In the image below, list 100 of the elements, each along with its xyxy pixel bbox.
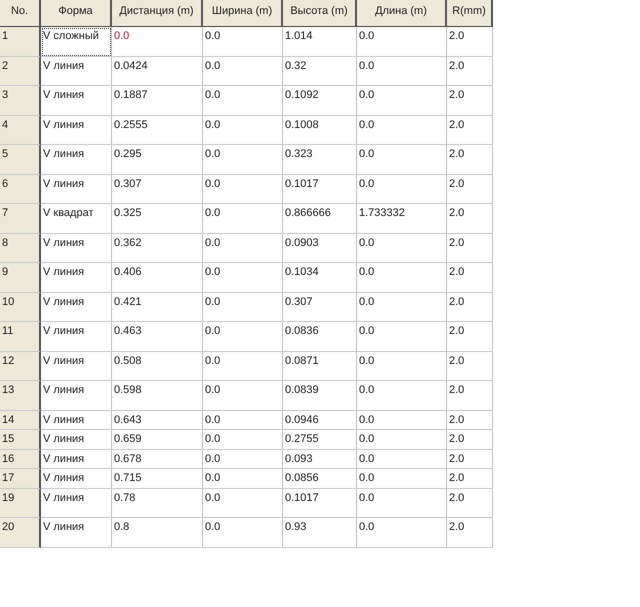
table-cell[interactable]: 0.0 [203, 27, 283, 56]
table-cell[interactable]: 0.0 [203, 56, 283, 86]
table-cell[interactable]: 0.1017 [283, 174, 357, 204]
table-cell[interactable]: 0.323 [283, 145, 357, 174]
table-cell[interactable]: 0.0424 [112, 56, 203, 86]
table-cell[interactable]: 0.463 [112, 322, 203, 352]
table-cell[interactable]: 0.0 [203, 518, 283, 548]
table-cell[interactable]: 0.78 [112, 488, 203, 518]
table-cell[interactable]: 0.0 [357, 27, 447, 56]
table-cell[interactable]: 0.866666 [283, 204, 357, 234]
table-cell[interactable]: 2.0 [447, 174, 493, 204]
table-cell[interactable]: V линия [41, 410, 112, 430]
table-cell[interactable]: 2.0 [447, 292, 493, 322]
table-cell[interactable]: 0.0836 [283, 322, 357, 352]
table-cell[interactable]: V линия [41, 381, 112, 410]
table-cell[interactable]: 2.0 [447, 145, 493, 174]
column-header[interactable]: Форма [41, 0, 112, 27]
table-cell[interactable]: 0.307 [283, 292, 357, 322]
table-cell[interactable]: 0.0 [203, 174, 283, 204]
table-cell[interactable]: 2.0 [447, 410, 493, 430]
table-cell[interactable]: 0.1887 [112, 86, 203, 116]
table-cell[interactable]: 0.0 [357, 381, 447, 410]
table-cell[interactable]: 0.32 [283, 56, 357, 86]
table-cell[interactable]: V линия [41, 263, 112, 292]
table-cell[interactable]: 0.0839 [283, 381, 357, 410]
table-cell[interactable]: 0.0 [203, 410, 283, 430]
table-cell[interactable]: 0.0 [357, 518, 447, 548]
table-cell[interactable]: 2.0 [447, 518, 493, 548]
table-cell[interactable]: V линия [41, 352, 112, 381]
table-cell[interactable]: 0.1092 [283, 86, 357, 116]
table-cell[interactable]: 2.0 [447, 263, 493, 292]
table-cell[interactable]: V линия [41, 469, 112, 488]
table-cell[interactable]: 2.0 [447, 322, 493, 352]
table-cell[interactable]: 0.0946 [283, 410, 357, 430]
table-cell[interactable]: 0.0 [357, 322, 447, 352]
table-cell[interactable]: 1.733332 [357, 204, 447, 234]
table-cell[interactable]: 2.0 [447, 469, 493, 488]
table-cell[interactable]: 0.0 [357, 263, 447, 292]
table-cell[interactable]: 0.678 [112, 450, 203, 469]
table-cell[interactable]: 0.406 [112, 263, 203, 292]
table-cell[interactable]: 2.0 [447, 116, 493, 145]
table-cell[interactable]: 0.0 [357, 430, 447, 450]
table-cell[interactable]: 0.8 [112, 518, 203, 548]
table-cell[interactable]: 0.325 [112, 204, 203, 234]
table-cell[interactable]: 0.0 [357, 234, 447, 263]
table-cell[interactable]: V линия [41, 56, 112, 86]
table-cell[interactable]: 2.0 [447, 204, 493, 234]
table-cell[interactable]: 0.0 [357, 410, 447, 430]
table-cell[interactable]: 0.508 [112, 352, 203, 381]
column-header[interactable]: R(mm) [447, 0, 493, 27]
table-cell[interactable]: 0.0 [112, 27, 203, 56]
table-cell[interactable]: 2.0 [447, 352, 493, 381]
table-cell[interactable]: 0.0 [357, 174, 447, 204]
table-cell[interactable]: 0.0 [357, 292, 447, 322]
table-cell[interactable]: V линия [41, 145, 112, 174]
table-cell[interactable]: 0.0 [203, 292, 283, 322]
table-cell[interactable]: 0.0 [203, 381, 283, 410]
table-cell[interactable]: 2.0 [447, 27, 493, 56]
column-header[interactable]: Ширина (m) [203, 0, 283, 27]
table-cell[interactable]: V линия [41, 430, 112, 450]
table-cell[interactable]: 0.715 [112, 469, 203, 488]
table-cell[interactable]: 0.307 [112, 174, 203, 204]
table-cell[interactable]: 0.0 [357, 116, 447, 145]
table-cell[interactable]: 0.0 [357, 469, 447, 488]
table-cell[interactable]: 0.362 [112, 234, 203, 263]
table-cell[interactable]: 0.0 [203, 322, 283, 352]
table-cell[interactable]: 0.2555 [112, 116, 203, 145]
table-cell[interactable]: V сложный [41, 27, 112, 56]
column-header[interactable]: Дистанция (m) [112, 0, 203, 27]
table-cell[interactable]: 2.0 [447, 86, 493, 116]
table-cell[interactable]: 2.0 [447, 488, 493, 518]
table-cell[interactable]: 0.1034 [283, 263, 357, 292]
table-cell[interactable]: V квадрат [41, 204, 112, 234]
table-cell[interactable]: 0.0 [357, 488, 447, 518]
table-cell[interactable]: 0.0 [357, 450, 447, 469]
table-cell[interactable]: 0.0 [357, 352, 447, 381]
table-cell[interactable]: V линия [41, 174, 112, 204]
table-cell[interactable]: 2.0 [447, 381, 493, 410]
column-header[interactable]: Длина (m) [357, 0, 447, 27]
table-cell[interactable]: 0.093 [283, 450, 357, 469]
table-cell[interactable]: 0.0 [203, 488, 283, 518]
table-cell[interactable]: 0.598 [112, 381, 203, 410]
table-cell[interactable]: 0.421 [112, 292, 203, 322]
table-cell[interactable]: 0.0871 [283, 352, 357, 381]
table-cell[interactable]: 0.0 [203, 469, 283, 488]
table-cell[interactable]: 2.0 [447, 450, 493, 469]
table-cell[interactable]: 2.0 [447, 430, 493, 450]
table-cell[interactable]: 0.0 [203, 263, 283, 292]
table-cell[interactable]: V линия [41, 292, 112, 322]
table-cell[interactable]: 0.2755 [283, 430, 357, 450]
table-cell[interactable]: V линия [41, 518, 112, 548]
table-cell[interactable]: 0.0 [357, 86, 447, 116]
table-cell[interactable]: 0.0 [203, 450, 283, 469]
table-cell[interactable]: 0.0 [203, 352, 283, 381]
table-cell[interactable]: 0.0 [203, 430, 283, 450]
table-cell[interactable]: 2.0 [447, 234, 493, 263]
table-cell[interactable]: 0.295 [112, 145, 203, 174]
table-cell[interactable]: 0.0 [203, 234, 283, 263]
table-cell[interactable]: 0.0 [203, 116, 283, 145]
column-header[interactable]: Высота (m) [283, 0, 357, 27]
